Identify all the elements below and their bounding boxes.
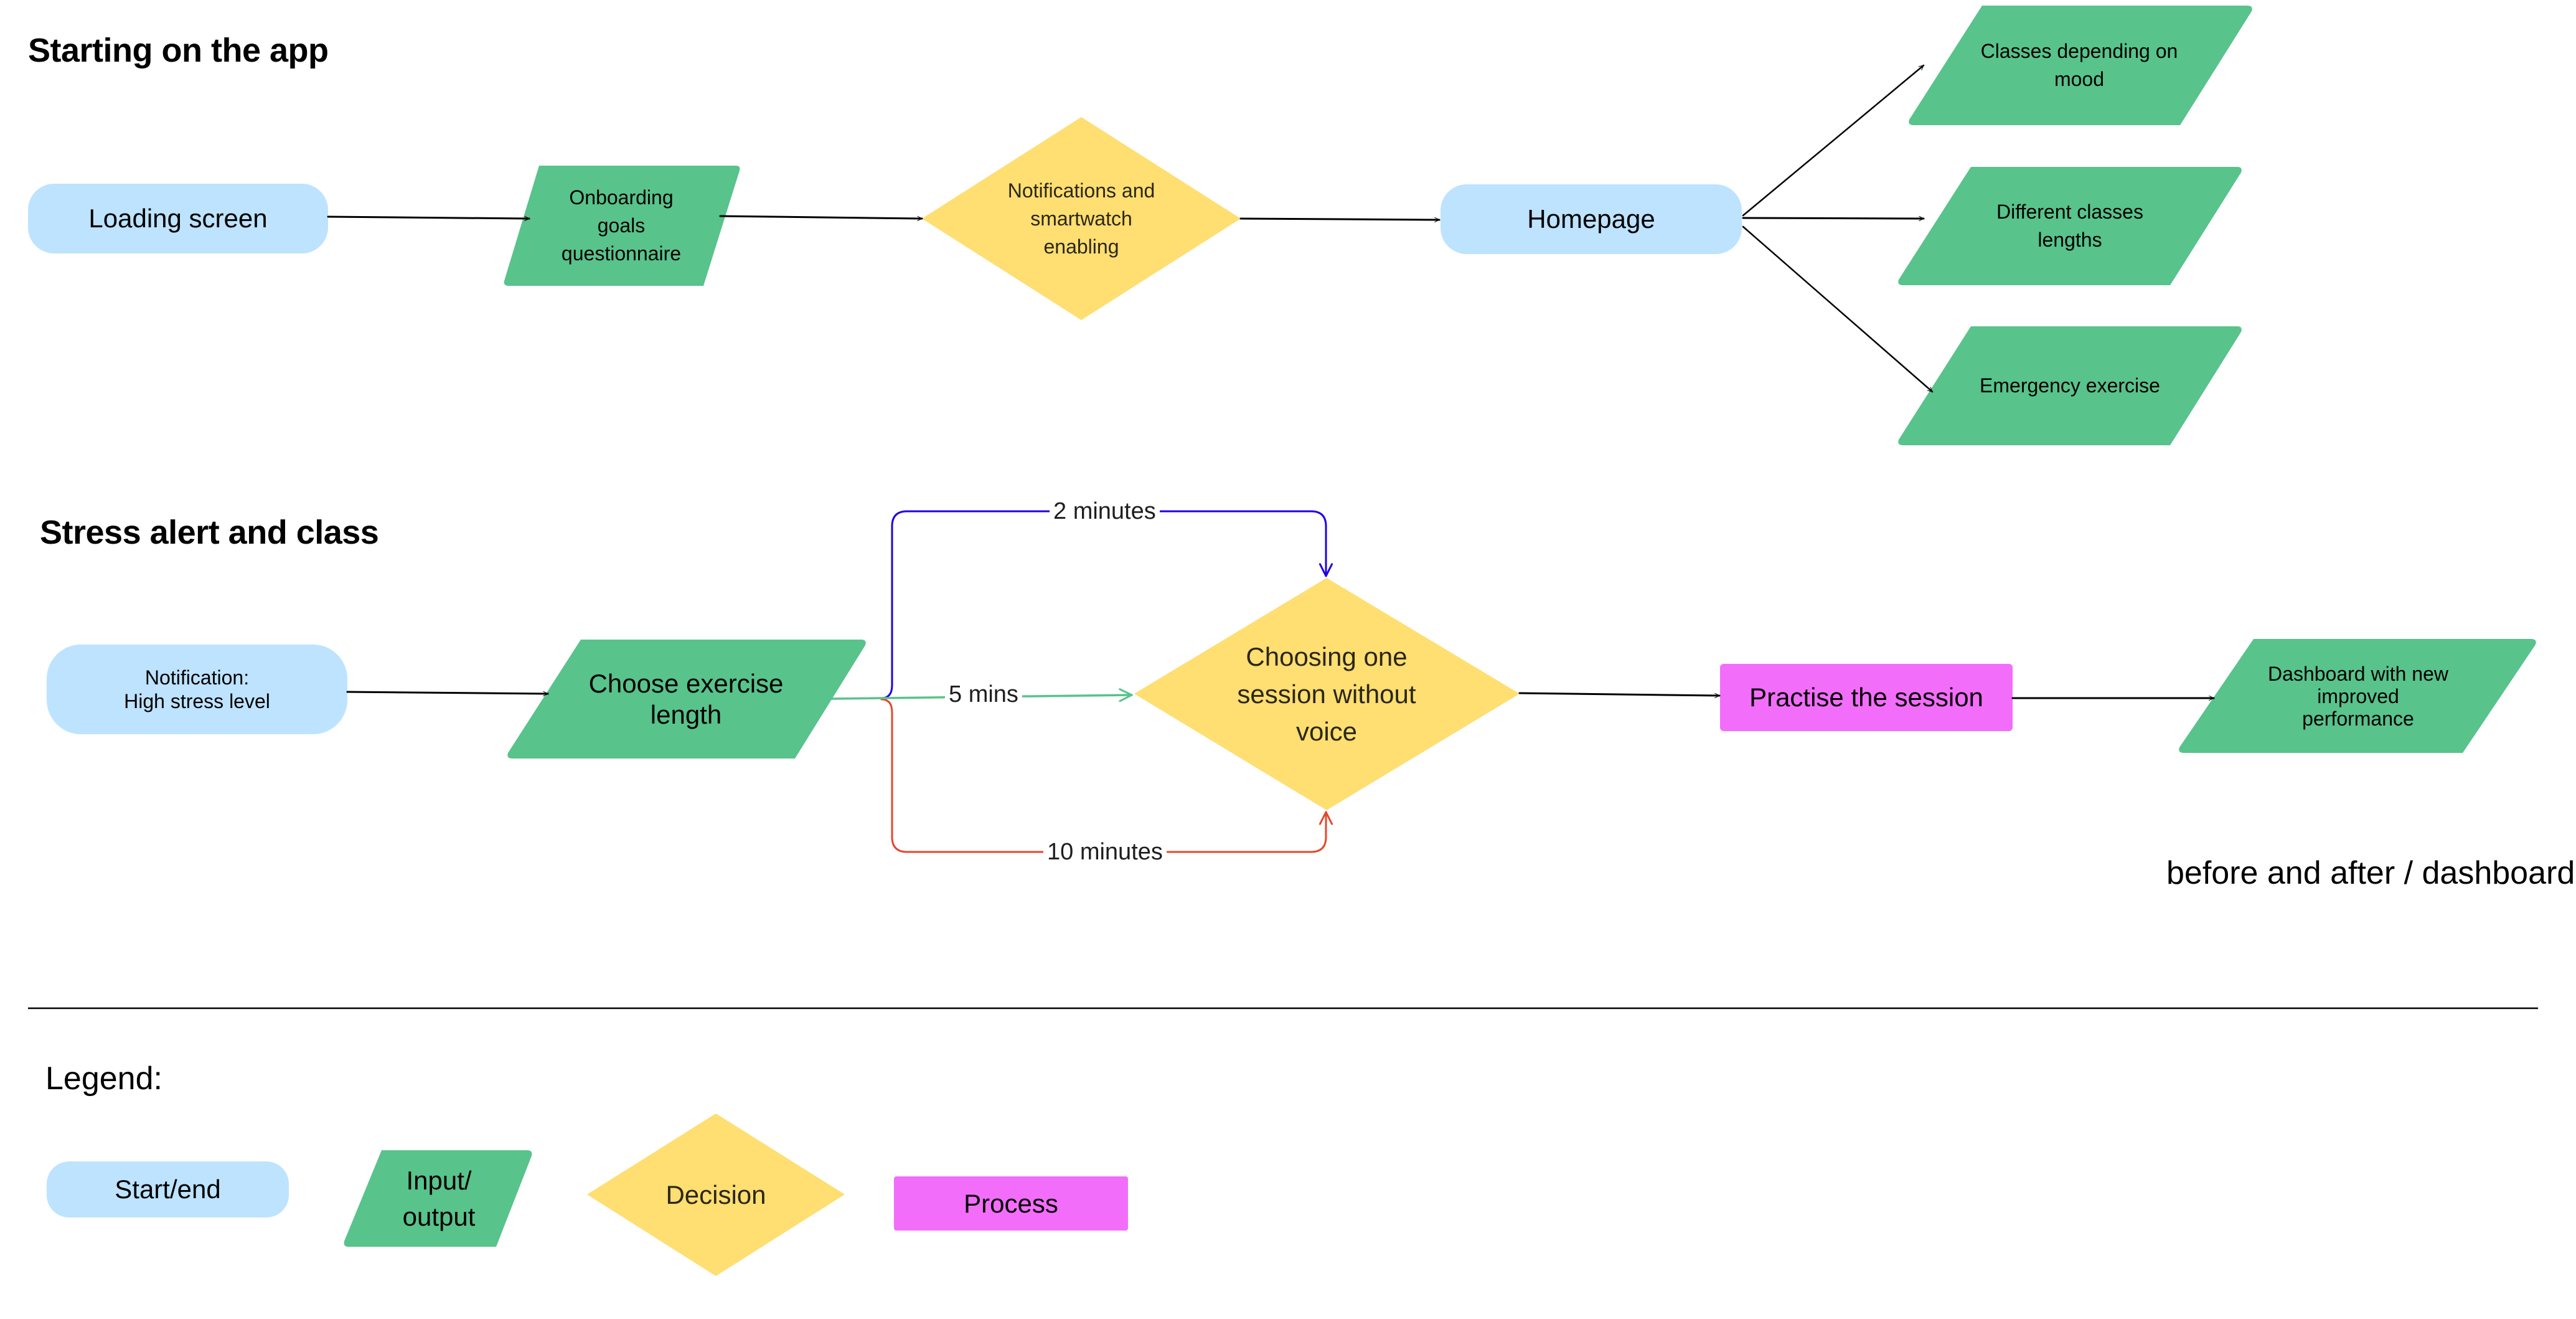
arrow-loading-to-onboarding [327, 215, 530, 222]
legend-process-label: Process [964, 1188, 1058, 1218]
choose-length-label: Choose exercise length [588, 668, 784, 729]
legend-decision-label: Decision [665, 1180, 766, 1209]
flowchart-canvas: Starting on the app Stress alert and cla… [0, 0, 2576, 1319]
arrow-notification-to-choose-length [346, 691, 549, 697]
notifications-label: Notifications and smartwatch enabling [1007, 179, 1155, 258]
dashboard-label: Dashboard with new improved performance [2268, 662, 2448, 730]
arrow-onboarding-to-notifications [719, 215, 923, 222]
section-title-starting: Starting on the app [28, 32, 329, 69]
edge-label-10-minutes: 10 minutes [1043, 838, 1167, 866]
legend-start-end-label: Start/end [115, 1175, 221, 1204]
choosing-session-label: Choosing one session without voice [1237, 642, 1416, 746]
edge-label-2-minutes: 2 minutes [1050, 498, 1160, 525]
notification-label: Notification: High stress level [124, 666, 270, 712]
loading-screen-label: Loading screen [88, 204, 268, 233]
legend-input-output-label: Input/ output [402, 1165, 476, 1231]
edge-label-5-mins: 5 mins [945, 681, 1022, 708]
onboarding-label: Onboarding goals questionnaire [561, 186, 682, 265]
arrow-homepage-to-emergency [1742, 225, 1934, 393]
classes-lengths-label: Different classes lengths [1996, 201, 2143, 251]
classes-mood-label: Classes depending on mood [1980, 40, 2178, 90]
emergency-exercise-label: Emergency exercise [1980, 374, 2160, 397]
practise-session-label: Practise the session [1749, 683, 1983, 712]
arrow-homepage-to-classes-mood [1742, 64, 1925, 217]
arrow-choosing-to-practise [1518, 692, 1721, 699]
arrow-homepage-to-classes-lengths [1742, 215, 1925, 222]
homepage-label: Homepage [1527, 204, 1655, 234]
legend-title: Legend: [45, 1061, 162, 1097]
arrow-notifications-to-homepage [1239, 217, 1441, 223]
dashboard-note: before and after / dashboard [2166, 855, 2575, 891]
section-title-stress: Stress alert and class [40, 514, 379, 551]
